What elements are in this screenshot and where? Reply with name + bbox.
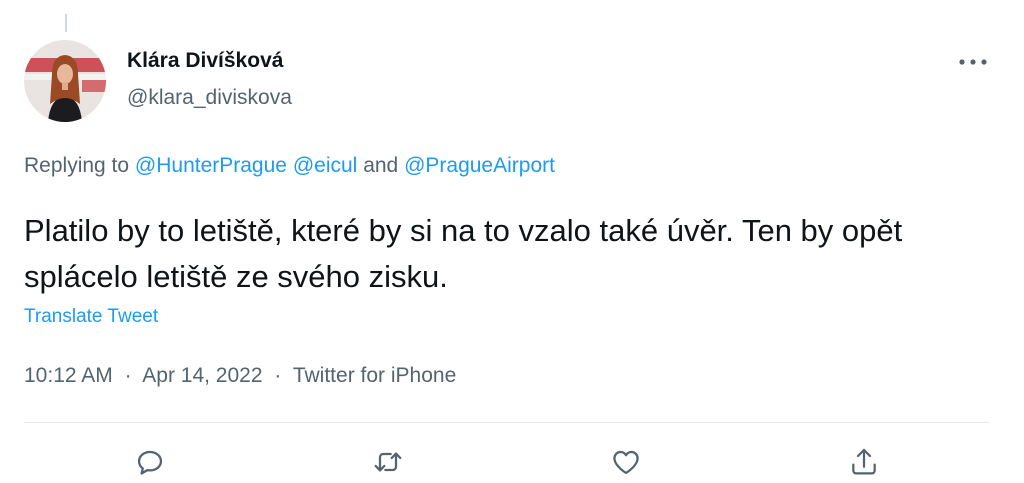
avatar[interactable] [24,40,106,122]
divider [24,422,990,423]
replying-to-connector: and [363,154,399,177]
tweet-text: Platilo by to letiště, které by si na to… [24,213,903,294]
tweet-time[interactable]: 10:12 AM [24,364,113,387]
avatar-photo-icon [24,40,106,122]
mention-pragueairport[interactable]: @PragueAirport [404,154,555,177]
author-handle[interactable]: @klara_diviskova [127,86,292,110]
share-button[interactable] [844,442,884,482]
like-button[interactable] [606,442,646,482]
mention-hunterprague[interactable]: @HunterPrague [135,154,287,177]
translate-tweet-link[interactable]: Translate Tweet [24,306,158,328]
reply-button[interactable] [130,442,170,482]
tweet-source[interactable]: Twitter for iPhone [293,364,456,387]
heart-icon [613,450,639,475]
meta-separator: · [124,364,132,387]
more-dots-icon [959,59,987,65]
share-icon [852,448,876,475]
replying-to-prefix: Replying to [24,154,130,177]
mention-eicul[interactable]: @eicul [293,154,358,177]
retweet-icon [374,452,402,472]
replying-to-line: Replying to @HunterPrague @eicul and @Pr… [24,154,555,178]
reply-icon [137,450,163,475]
more-options-button[interactable] [952,48,994,76]
author-display-name[interactable]: Klára Divíšková [127,49,283,73]
tweet-date[interactable]: Apr 14, 2022 [142,364,262,387]
meta-separator: · [274,364,282,387]
thread-connector-line [65,14,67,32]
retweet-button[interactable] [368,442,408,482]
tweet-metadata: 10:12 AM · Apr 14, 2022 · Twitter for iP… [24,364,456,388]
